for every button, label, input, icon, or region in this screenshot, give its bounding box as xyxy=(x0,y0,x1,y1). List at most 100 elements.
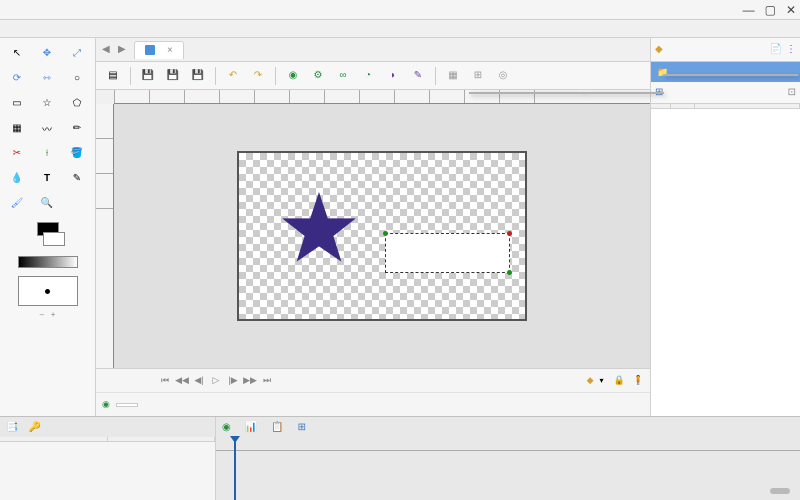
tool-spline[interactable]: 〰 xyxy=(34,117,60,139)
tb-layergroup-3[interactable]: ∞ xyxy=(332,65,354,87)
context-menu-layer-categories xyxy=(584,92,664,94)
background-color[interactable] xyxy=(43,232,65,246)
tb-grid[interactable]: ▦ xyxy=(442,65,464,87)
timetrack[interactable]: ◉ 📊 📋 ⊞ xyxy=(216,417,800,500)
canvas-footer-2: ◉ xyxy=(96,392,650,416)
canvas-page[interactable] xyxy=(237,151,527,321)
tool-gradient[interactable]: ▦ xyxy=(4,117,30,139)
tb-menu[interactable]: ▤ xyxy=(102,65,124,87)
tab-next[interactable]: ▶ xyxy=(118,44,134,55)
tool-transform[interactable]: ↖ xyxy=(4,42,30,64)
tool-sketch[interactable]: ✎ xyxy=(64,167,90,189)
document-tabs: ◀ ▶ × xyxy=(96,38,650,62)
status-indicator-icon[interactable]: ◉ xyxy=(102,399,110,410)
tool-rectangle[interactable]: ▭ xyxy=(4,92,30,114)
brush-preview[interactable] xyxy=(18,276,78,306)
col-name[interactable] xyxy=(695,104,800,108)
tb-save-as[interactable]: 💾 xyxy=(162,65,184,87)
param-col-name[interactable] xyxy=(0,437,108,441)
panel-icon-3[interactable]: ⋮ xyxy=(786,44,796,55)
tb-save[interactable]: 💾 xyxy=(137,65,159,87)
params-table: 📑 🔑 xyxy=(0,417,216,500)
maximize-button[interactable]: ▢ xyxy=(765,3,776,17)
close-button[interactable]: ✕ xyxy=(786,3,796,17)
tool-cutout[interactable]: ✂ xyxy=(4,142,30,164)
seek-next-key-icon[interactable]: ▶▶ xyxy=(243,375,257,386)
playhead[interactable] xyxy=(234,437,236,500)
tb-redo[interactable]: ↷ xyxy=(247,65,269,87)
tool-draw[interactable]: ✏ xyxy=(64,117,90,139)
tb-layergroup-2[interactable]: ⚙ xyxy=(307,65,329,87)
param-tab-2[interactable]: 🔑 xyxy=(28,422,40,433)
tb-save-all[interactable]: 💾 xyxy=(187,65,209,87)
layers-panel-tab[interactable]: 📁 xyxy=(651,62,800,82)
tab-close-icon[interactable]: × xyxy=(167,45,173,56)
tool-fill[interactable]: 🪣 xyxy=(64,142,90,164)
tool-rotate[interactable]: ⟳ xyxy=(4,67,30,89)
tb-onion[interactable]: ◔ xyxy=(357,65,379,87)
context-menu-layer-actions xyxy=(663,74,798,76)
tb-undo[interactable]: ↶ xyxy=(222,65,244,87)
tab-prev[interactable]: ◀ xyxy=(102,44,118,55)
size-stepper[interactable]: – + xyxy=(40,310,56,319)
tool-circle[interactable]: ○ xyxy=(64,67,90,89)
tool-eyedrop[interactable]: 💧 xyxy=(4,167,30,189)
seek-first-icon[interactable]: ⏮ xyxy=(158,375,172,386)
timeline-ruler[interactable] xyxy=(216,437,800,451)
interpolation-selector[interactable]: ◆ ▾ xyxy=(587,375,604,386)
color-swatches: – + xyxy=(4,222,91,331)
tool-mirror[interactable]: ⇿ xyxy=(34,67,60,89)
play-icon[interactable]: ▷ xyxy=(209,375,223,386)
seek-next-icon[interactable]: |▶ xyxy=(226,375,240,386)
tb-keyframe[interactable]: 🔒 xyxy=(614,375,625,386)
tool-star[interactable]: ☆ xyxy=(34,92,60,114)
canvas[interactable] xyxy=(114,104,650,368)
tl-tab-3[interactable]: 📋 xyxy=(271,422,283,433)
panel-icon-2[interactable]: 📄 xyxy=(770,44,782,55)
layers-panel: ◆ 📄 ⋮ 📁 ⊞ ⊡ xyxy=(650,38,800,416)
tb-animate[interactable]: 🧍 xyxy=(633,375,644,386)
canvas-footer: ⏮ ◀◀ ◀| ▷ |▶ ▶▶ ⏭ ◆ ▾ 🔒 🧍 xyxy=(96,368,650,392)
tool-polygon[interactable]: ⬠ xyxy=(64,92,90,114)
tb-snap[interactable]: ⊞ xyxy=(467,65,489,87)
tool-zoom[interactable]: 🔍 xyxy=(34,192,60,214)
tool-smooth-move[interactable]: ✥ xyxy=(34,42,60,64)
tl-tab-1[interactable]: ◉ xyxy=(222,422,231,433)
minimize-button[interactable]: — xyxy=(743,3,755,17)
param-tab-1[interactable]: 📑 xyxy=(6,422,18,433)
canvas-toolbar: ▤ 💾 💾 💾 ↶ ↷ ◉ ⚙ ∞ ◔ ◗ ✎ ▦ ⊞ ◎ xyxy=(96,62,650,90)
tb-layergroup-1[interactable]: ◉ xyxy=(282,65,304,87)
panel-icon-1[interactable]: ◆ xyxy=(655,44,663,55)
canvas-area: ◀ ▶ × ▤ 💾 💾 💾 ↶ ↷ ◉ ⚙ ∞ ◔ ◗ ✎ ▦ xyxy=(96,38,650,416)
tl-tab-2[interactable]: 📊 xyxy=(245,422,257,433)
panel-btn-2[interactable]: ⊡ xyxy=(788,87,796,98)
tl-tab-4[interactable]: ⊞ xyxy=(298,422,306,433)
watermark xyxy=(770,488,790,494)
tool-brush[interactable]: 🖌 xyxy=(4,192,30,214)
seek-last-icon[interactable]: ⏭ xyxy=(260,375,274,386)
toolbox: ↖ ✥ ⤢ ⟳ ⇿ ○ ▭ ☆ ⬠ ▦ 〰 ✏ ✂ ⟊ 🪣 💧 T ✎ 🖌 🔍 xyxy=(0,38,96,416)
gradient-swatch[interactable] xyxy=(18,256,78,268)
tb-preview[interactable]: ◗ xyxy=(382,65,404,87)
param-col-value[interactable] xyxy=(108,437,216,441)
tb-render[interactable]: ✎ xyxy=(407,65,429,87)
star-layer[interactable] xyxy=(279,188,359,268)
document-tab[interactable]: × xyxy=(134,41,184,59)
layers-list xyxy=(651,104,800,416)
tb-onion2[interactable]: ◎ xyxy=(492,65,514,87)
seek-prev-icon[interactable]: ◀| xyxy=(192,375,206,386)
document-icon xyxy=(145,45,155,55)
text-box-layer[interactable] xyxy=(385,233,510,273)
col-icon[interactable] xyxy=(671,104,695,108)
seek-prev-key-icon[interactable]: ◀◀ xyxy=(175,375,189,386)
titlebar: — ▢ ✕ xyxy=(0,0,800,20)
col-visibility[interactable] xyxy=(651,104,671,108)
current-time[interactable] xyxy=(116,403,138,407)
playback-controls: ⏮ ◀◀ ◀| ▷ |▶ ▶▶ ⏭ xyxy=(158,375,274,386)
ruler-vertical xyxy=(96,104,114,368)
tool-text[interactable]: T xyxy=(34,167,60,189)
layers-panel-toolbar: ◆ 📄 ⋮ xyxy=(651,38,800,62)
canvas-viewport xyxy=(96,90,650,368)
tool-scale[interactable]: ⤢ xyxy=(64,42,90,64)
tool-width[interactable]: ⟊ xyxy=(34,142,60,164)
